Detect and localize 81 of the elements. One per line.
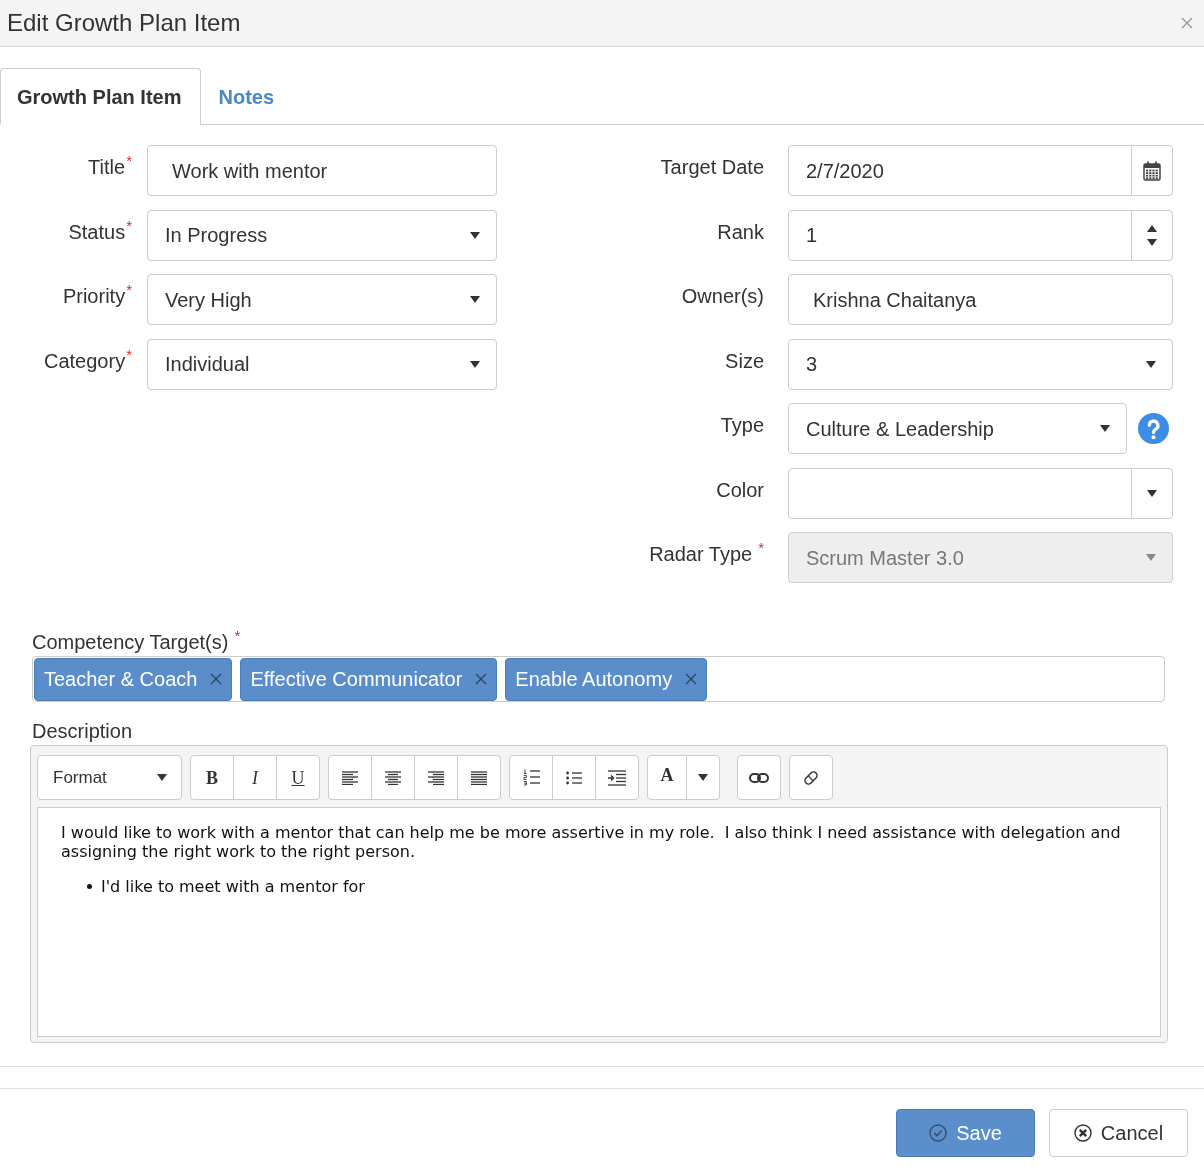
ordered-list-button[interactable] (509, 755, 553, 800)
field-label: Title$^{*}$ (87, 151, 132, 179)
close-icon (1181, 17, 1193, 29)
remove-icon[interactable] (210, 673, 223, 685)
field-label: Radar Type $^{*}$ (648, 538, 764, 566)
align-center-button[interactable] (371, 755, 415, 800)
bullet-list-icon (566, 770, 582, 785)
bullet-list-button[interactable] (552, 755, 596, 800)
number-field[interactable]: 1 (788, 209, 1132, 261)
format-dropdown[interactable]: Format (37, 755, 182, 800)
text-field[interactable]: Krishna Chaitanya (788, 274, 1173, 325)
caret-icon (470, 360, 480, 368)
text-field[interactable]: Work with mentor (147, 145, 497, 196)
dropdown-button[interactable] (686, 755, 720, 800)
bullet-icon (87, 884, 92, 889)
align-right-button[interactable] (414, 755, 458, 800)
bold-button[interactable]: B (190, 755, 234, 800)
caret-down-icon[interactable] (1147, 238, 1157, 246)
indent-icon (608, 769, 626, 786)
field-label: Owner(s) (680, 284, 764, 308)
eraser-icon (803, 769, 819, 786)
link-button[interactable] (737, 755, 781, 800)
caret-icon (157, 774, 167, 781)
numbered-list-icon (522, 769, 540, 786)
justify-icon (471, 770, 487, 785)
help-icon[interactable] (1138, 413, 1169, 444)
dropdown-field[interactable]: Culture & Leadership (788, 403, 1127, 454)
field-label: Status$^{*}$ (67, 215, 132, 244)
tab[interactable]: Notes (201, 68, 295, 125)
tab[interactable]: Growth Plan Item (0, 68, 202, 125)
caret-icon (1146, 360, 1156, 368)
spinner-control[interactable] (1131, 209, 1173, 261)
close-circle-icon (1073, 1124, 1092, 1142)
align-right-icon (428, 770, 444, 785)
cancel-button[interactable]: Cancel (1049, 1109, 1188, 1157)
caret-icon (1100, 425, 1110, 432)
remove-icon[interactable] (475, 673, 488, 685)
field-label: Type (719, 413, 764, 437)
field-label: Target Date (659, 155, 764, 179)
caret-icon (1146, 554, 1156, 561)
font-color-button[interactable]: A (647, 755, 687, 800)
tag-label: Enable Autonomy (515, 667, 673, 691)
dropdown-field[interactable]: In Progress (147, 209, 497, 261)
calendar-button[interactable] (1131, 145, 1173, 196)
bullet-text: I'd like to meet with a mentor for (101, 877, 365, 896)
field-label: Rank (716, 219, 764, 244)
underline-button[interactable]: U (276, 755, 320, 800)
justify-button[interactable] (457, 755, 501, 800)
field-label: Color (715, 477, 764, 502)
caret-icon (470, 296, 480, 303)
caret-icon (470, 231, 480, 239)
date-field[interactable]: 2/7/2020 (788, 145, 1132, 196)
tag-label: Effective Communicator (250, 667, 463, 691)
color-field[interactable] (788, 467, 1132, 519)
editor-text-area[interactable] (37, 807, 1161, 1037)
dropdown-field[interactable]: 3 (788, 338, 1173, 390)
dropdown-toggle-button[interactable] (1131, 467, 1173, 519)
field-label: Competency Target(s) $^{*}$ (32, 630, 242, 654)
caret-up-icon[interactable] (1147, 224, 1157, 232)
calendar-icon (1143, 160, 1161, 181)
align-left-button[interactable] (328, 755, 372, 800)
align-left-icon (342, 770, 358, 785)
remove-icon[interactable] (685, 673, 698, 685)
dropdown-field[interactable]: Individual (147, 338, 497, 390)
italic-button[interactable]: I (233, 755, 277, 800)
indent-button[interactable] (595, 755, 639, 800)
close-button[interactable] (1179, 15, 1195, 31)
dialog-title: Edit Growth Plan Item (7, 9, 241, 37)
field-label: Priority$^{*}$ (61, 280, 132, 308)
caret-icon (698, 774, 708, 781)
check-circle-icon (929, 1124, 948, 1142)
align-center-icon (385, 770, 401, 785)
field-label: Category$^{*}$ (43, 344, 132, 373)
eraser-button[interactable] (789, 755, 833, 800)
field-label: Size (724, 348, 764, 373)
tag-label: Teacher & Coach (44, 667, 198, 691)
caret-icon (1147, 489, 1157, 497)
field-label: Description (31, 719, 134, 743)
dropdown-field[interactable]: Very High (147, 274, 497, 325)
link-icon (749, 771, 769, 784)
paragraph-text: I would like to work with a mentor that can help me be more assertive in my role. I also think I need assistance with delegation and assigning the right work to the right person. (61, 823, 1122, 861)
